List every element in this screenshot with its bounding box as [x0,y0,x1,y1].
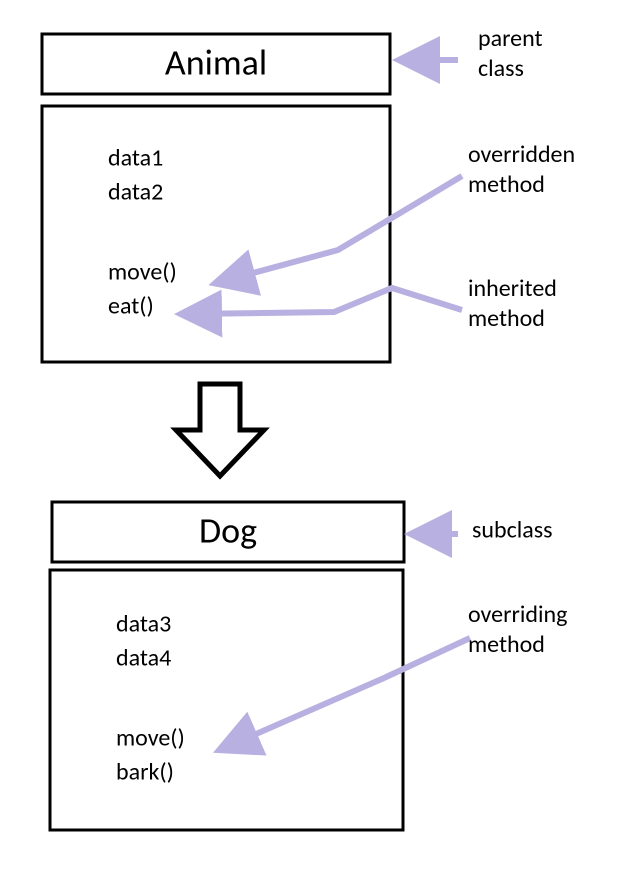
child-data-2: data4 [116,644,171,673]
child-class-title: Dog [199,509,257,553]
annotation-overriding: overriding method [468,600,573,659]
parent-method-move: move() [108,258,177,287]
child-method-bark: bark() [116,758,174,787]
parent-method-eat: eat() [108,292,154,321]
parent-data-1: data1 [108,144,163,173]
parent-class-title: Animal [165,41,267,85]
child-class-box: Dog data3 data4 move() bark() [50,502,404,830]
parent-data-2: data2 [108,178,163,207]
child-method-move: move() [116,724,185,753]
annotation-subclass: subclass [472,516,553,545]
annotation-parent-class: parent class [478,24,548,83]
inheritance-diagram: Animal data1 data2 move() eat() Dog data… [0,0,640,890]
inheritance-arrow-icon [176,384,264,476]
annotation-overridden: overridden method [468,140,581,199]
annotation-inherited: inherited method [468,274,562,333]
child-data-1: data3 [116,610,171,639]
